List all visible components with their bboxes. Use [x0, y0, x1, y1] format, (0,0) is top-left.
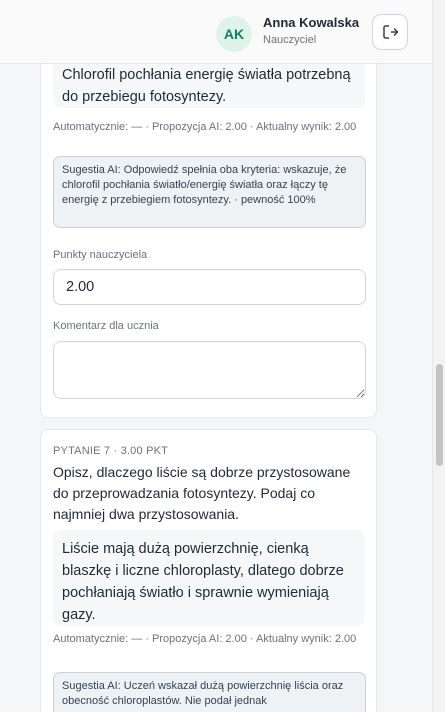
- logout-button[interactable]: [372, 14, 408, 50]
- student-comment-input[interactable]: [53, 341, 366, 399]
- question-text: Opisz, dlaczego liście są dobrze przysto…: [53, 464, 351, 522]
- ai-suggestion: Sugestia AI: Uczeń wskazał dużą powierzc…: [53, 672, 366, 712]
- ai-suggestion: Sugestia AI: Odpowiedź spełnia oba kryte…: [53, 156, 366, 228]
- scrollbar[interactable]: [432, 0, 445, 712]
- background-title: [62, 28, 202, 40]
- student-comment-label: Komentarz dla ucznia: [53, 320, 159, 332]
- score-meta: Automatycznie: — · Propozycja AI: 2.00 ·…: [53, 633, 357, 645]
- question-header: PYTANIE 7 · 3.00 PKT: [53, 445, 169, 457]
- question-card-7: PYTANIE 7 · 3.00 PKT Opisz, dlaczego liś…: [40, 429, 377, 712]
- avatar[interactable]: AK: [216, 16, 252, 52]
- teacher-points-input[interactable]: [53, 269, 366, 305]
- score-meta: Automatycznie: — · Propozycja AI: 2.00 ·…: [53, 121, 357, 133]
- teacher-points-label: Punkty nauczyciela: [53, 249, 148, 261]
- user-role: Nauczyciel: [263, 34, 317, 46]
- top-bar: AK Anna Kowalska Nauczyciel: [0, 0, 432, 64]
- main-content: Chlorofil pochłania energię światła potr…: [0, 0, 432, 712]
- logout-icon: [383, 25, 399, 39]
- user-name: Anna Kowalska: [263, 15, 360, 30]
- scrollbar-thumb[interactable]: [436, 364, 443, 466]
- student-answer: Liście mają dużą powierzchnię, cienką bl…: [53, 530, 365, 626]
